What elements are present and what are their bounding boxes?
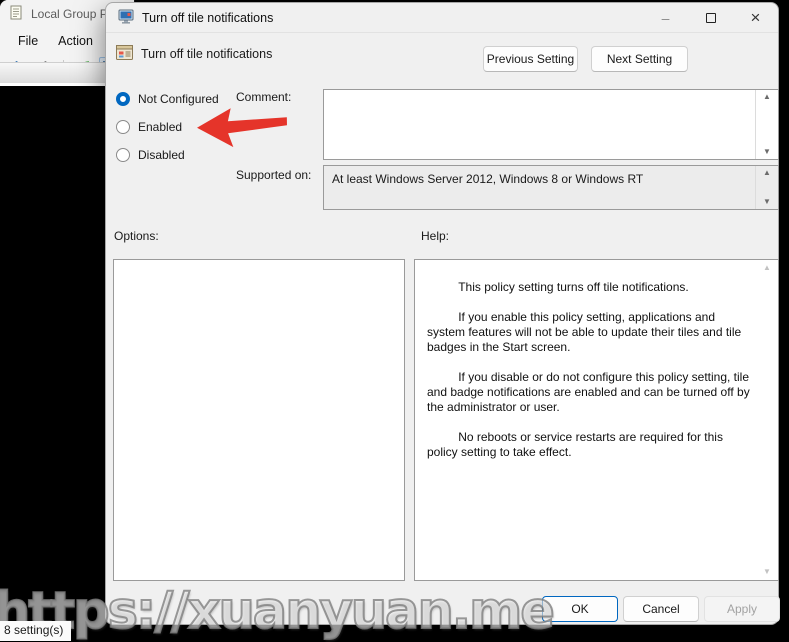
radio-unselected-icon[interactable] [116,120,130,134]
help-paragraph: If you enable this policy setting, appli… [427,310,742,354]
status-text: 8 setting(s) [0,621,72,641]
radio-not-configured[interactable]: Not Configured [116,91,219,107]
next-setting-button[interactable]: Next Setting [591,46,688,72]
apply-button: Apply [704,596,780,622]
comment-scrollbar[interactable]: ▲ ▼ [755,90,778,159]
help-paragraph: No reboots or service restarts are requi… [427,430,723,459]
radio-label: Disabled [138,148,185,162]
comment-textarea[interactable]: ▲ ▼ [323,89,779,160]
scroll-down-icon[interactable]: ▼ [763,568,771,576]
ok-button[interactable]: OK [542,596,618,622]
supported-on-box: At least Windows Server 2012, Windows 8 … [323,165,779,210]
help-text: This policy setting turns off tile notif… [427,280,754,572]
scroll-down-icon[interactable]: ▼ [763,198,771,206]
comment-label: Comment: [236,90,292,104]
previous-setting-button[interactable]: Previous Setting [483,46,578,72]
radio-selected-icon[interactable] [116,92,130,106]
turn-off-tile-notifications-dialog: Turn off tile notifications – × Turn off… [105,2,780,625]
dialog-titlebar[interactable]: Turn off tile notifications – × [106,3,778,33]
close-button[interactable]: × [733,3,778,32]
maximize-button[interactable] [688,3,733,32]
help-panel: This policy setting turns off tile notif… [414,259,779,581]
maximize-icon [705,12,716,23]
scroll-down-icon[interactable]: ▼ [763,148,771,156]
red-annotation-arrow [195,106,325,155]
gpedit-monitor-icon [118,9,134,27]
radio-label: Enabled [138,120,183,134]
bg-window-title: Local Group P [31,7,108,21]
menu-item-file[interactable]: File [8,31,48,51]
minimize-button[interactable]: – [643,3,688,32]
setting-name: Turn off tile notifications [141,47,273,61]
help-scrollbar[interactable]: ▲ ▼ [759,264,775,576]
policy-setting-icon [116,45,133,63]
options-label: Options: [114,229,159,243]
supported-on-scrollbar[interactable]: ▲ ▼ [755,166,778,209]
cancel-button[interactable]: Cancel [623,596,699,622]
radio-unselected-icon[interactable] [116,148,130,162]
scroll-up-icon[interactable]: ▲ [763,264,771,272]
scroll-icon [9,5,24,23]
menu-item-action[interactable]: Action [48,31,103,51]
radio-label: Not Configured [138,92,219,106]
supported-on-label: Supported on: [236,168,312,182]
scroll-up-icon[interactable]: ▲ [763,93,771,101]
watermark-text: https://xuanyuan.me [0,581,556,642]
help-paragraph: If you disable or do not configure this … [427,370,750,414]
setting-header: Turn off tile notifications [116,45,272,63]
help-label: Help: [421,229,450,243]
help-paragraph: This policy setting turns off tile notif… [458,280,689,294]
supported-on-value: At least Windows Server 2012, Windows 8 … [332,172,644,186]
scroll-up-icon[interactable]: ▲ [763,169,771,177]
options-panel [113,259,405,581]
dialog-title: Turn off tile notifications [142,10,274,25]
